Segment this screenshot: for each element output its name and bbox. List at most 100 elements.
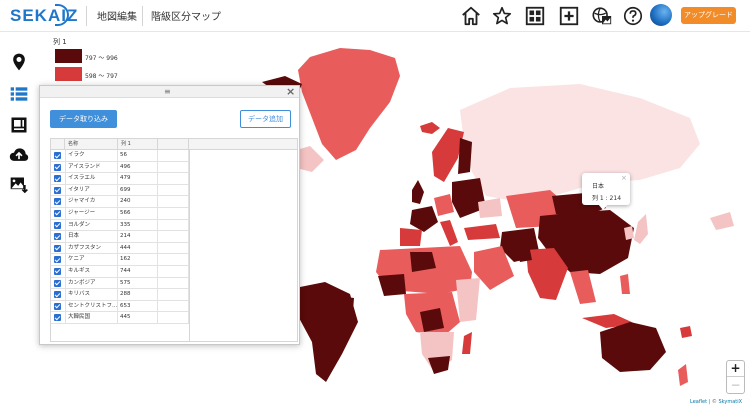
grid-empty-area (189, 150, 297, 341)
legend-item: 598 〜 797 (53, 67, 118, 83)
image-download-icon[interactable] (9, 175, 29, 195)
grid-header-name[interactable]: 名称 (65, 139, 118, 150)
country-russia[interactable] (460, 84, 700, 202)
country-philippines[interactable] (620, 274, 630, 294)
tooltip-close-icon[interactable]: × (621, 174, 627, 182)
help-icon[interactable] (622, 5, 644, 27)
panel-drag-bar[interactable]: ≡ × (40, 85, 299, 98)
country-australia[interactable] (600, 322, 666, 372)
country-france[interactable] (410, 206, 438, 232)
row-value[interactable]: 575 (118, 277, 158, 289)
country-turkey[interactable] (464, 224, 500, 240)
row-value[interactable]: 445 (118, 312, 158, 324)
row-value[interactable]: 162 (118, 254, 158, 266)
row-value[interactable]: 240 (118, 196, 158, 208)
row-checkbox[interactable] (54, 279, 61, 287)
grid-header-column1[interactable]: 列 1 (118, 139, 158, 150)
legend-label: 797 〜 996 (85, 55, 118, 62)
row-checkbox[interactable] (54, 163, 61, 171)
plus-square-icon[interactable] (558, 5, 580, 27)
row-empty-cell (158, 254, 189, 266)
row-name[interactable]: キリバス (65, 289, 118, 301)
row-value[interactable]: 288 (118, 289, 158, 301)
country-west-africa[interactable] (378, 274, 406, 296)
row-value[interactable]: 744 (118, 265, 158, 277)
row-value[interactable]: 496 (118, 161, 158, 173)
row-checkbox[interactable] (54, 186, 61, 194)
row-name[interactable]: キルギス (65, 265, 118, 277)
row-value[interactable]: 335 (118, 219, 158, 231)
leaflet-link[interactable]: Leaflet (690, 399, 707, 405)
row-name[interactable]: セントクリストフ... (65, 300, 118, 312)
row-value[interactable]: 699 (118, 184, 158, 196)
row-value[interactable]: 56 (118, 150, 158, 161)
row-name[interactable]: ジャージー (65, 207, 118, 219)
row-checkbox[interactable] (54, 267, 61, 275)
row-name[interactable]: ケニア (65, 254, 118, 266)
provider-link[interactable]: SkymatiX (718, 399, 742, 405)
row-checkbox[interactable] (54, 209, 61, 217)
drag-handle-icon[interactable]: ≡ (164, 87, 171, 96)
row-name[interactable]: カザフスタン (65, 242, 118, 254)
row-checkbox[interactable] (54, 314, 61, 322)
row-value[interactable]: 653 (118, 300, 158, 312)
row-value[interactable]: 444 (118, 242, 158, 254)
row-value[interactable]: 566 (118, 207, 158, 219)
globe-image-icon[interactable] (591, 5, 613, 27)
country-alaska-east[interactable] (710, 212, 734, 230)
country-congo[interactable] (420, 308, 444, 332)
country-spain[interactable] (400, 228, 422, 246)
zoom-out-button[interactable]: − (727, 378, 744, 394)
row-name[interactable]: ヨルダン (65, 219, 118, 231)
zoom-in-button[interactable]: + (727, 361, 744, 377)
row-empty-cell (158, 312, 189, 324)
country-germany[interactable] (434, 194, 454, 216)
row-name[interactable]: カンボジア (65, 277, 118, 289)
user-avatar[interactable] (650, 4, 672, 26)
row-checkbox[interactable] (54, 221, 61, 229)
row-name[interactable]: イラク (65, 150, 118, 161)
country-east-africa[interactable] (456, 278, 480, 322)
add-data-button[interactable]: データ追加 (240, 110, 291, 128)
row-value[interactable]: 214 (118, 231, 158, 243)
country-south-africa[interactable] (428, 356, 450, 374)
map-pin-icon[interactable] (9, 52, 29, 72)
country-uk[interactable] (412, 180, 424, 204)
row-checkbox[interactable] (54, 291, 61, 299)
row-name[interactable]: アイスランド (65, 161, 118, 173)
country-new-zealand[interactable] (678, 364, 688, 386)
star-icon[interactable] (491, 5, 513, 27)
row-name[interactable]: ジャマイカ (65, 196, 118, 208)
list-icon[interactable] (9, 84, 29, 104)
row-value[interactable]: 479 (118, 173, 158, 185)
row-checkbox[interactable] (54, 198, 61, 206)
close-icon[interactable]: × (286, 85, 295, 98)
row-name[interactable]: 日本 (65, 231, 118, 243)
country-iceland[interactable] (420, 122, 440, 134)
row-name[interactable]: 大韓民国 (65, 312, 118, 324)
row-checkbox[interactable] (54, 302, 61, 310)
country-indochina[interactable] (570, 270, 596, 304)
country-italy[interactable] (440, 220, 458, 246)
layers-icon[interactable] (9, 115, 29, 135)
country-japan[interactable] (634, 214, 648, 244)
row-name[interactable]: イスラエル (65, 173, 118, 185)
country-greenland[interactable] (298, 48, 400, 160)
grid-icon[interactable] (524, 5, 546, 27)
upgrade-button[interactable]: アップグレード (681, 7, 736, 24)
import-data-button[interactable]: データ取り込み (50, 110, 117, 128)
row-checkbox[interactable] (54, 244, 61, 252)
row-checkbox[interactable] (54, 152, 61, 159)
row-name[interactable]: イタリア (65, 184, 118, 196)
row-checkbox[interactable] (54, 256, 61, 264)
home-icon[interactable] (460, 5, 482, 27)
country-pacific-islands[interactable] (680, 326, 692, 338)
country-finland[interactable] (458, 138, 472, 174)
row-checkbox[interactable] (54, 175, 61, 183)
country-madagascar[interactable] (462, 332, 472, 354)
legend-swatch (55, 67, 82, 81)
nav-choropleth-map[interactable]: 階級区分マップ (151, 8, 221, 23)
row-checkbox[interactable] (54, 233, 61, 241)
cloud-upload-icon[interactable] (9, 145, 29, 165)
nav-map-edit[interactable]: 地図編集 (97, 8, 137, 23)
